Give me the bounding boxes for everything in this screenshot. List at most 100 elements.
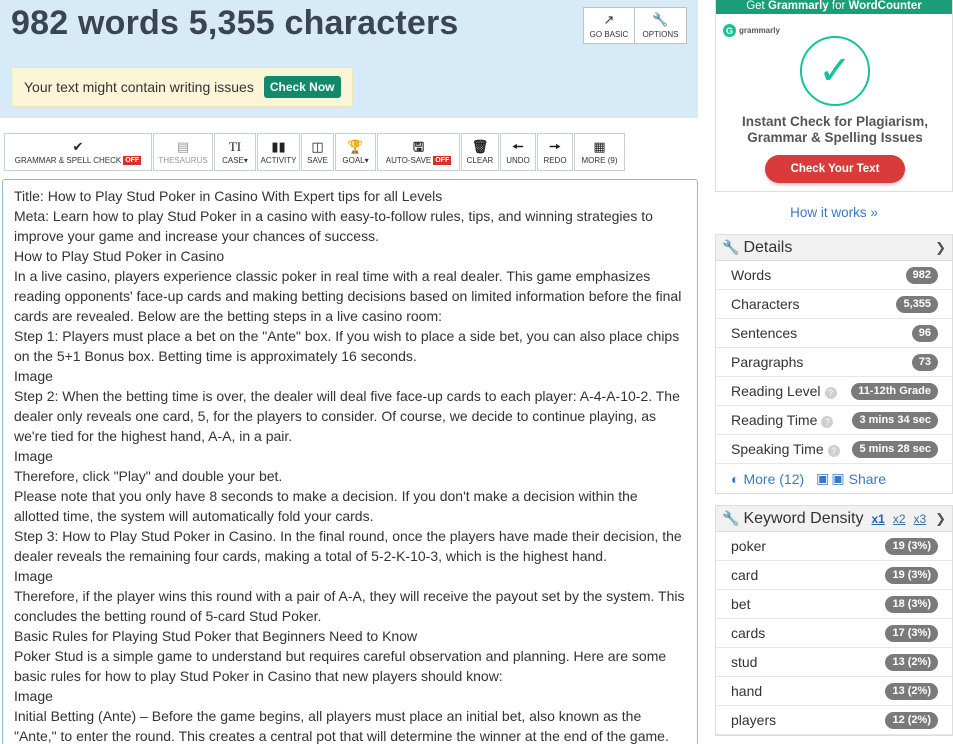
header-panel: 982 words 5,355 characters ↗ GO BASIC 🔧 … [0, 0, 698, 118]
help-icon[interactable]: ? [824, 387, 837, 399]
options-button[interactable]: 🔧 OPTIONS [635, 7, 687, 44]
editor-line: Image [14, 688, 53, 704]
more-button[interactable]: ▦ MORE (9) [574, 133, 625, 171]
how-it-works-link[interactable]: How it works » [715, 205, 953, 220]
density-x2-toggle[interactable]: x2 [893, 512, 906, 526]
auto-save-label: AUTO-SAVE [385, 155, 432, 165]
editor-line: Poker Stud is a simple game to understan… [14, 648, 667, 684]
redo-label: REDO [543, 155, 567, 165]
counts-title: 982 words 5,355 characters [11, 4, 459, 42]
grammarly-ad[interactable]: Get Grammarly for WordCounter Ggrammarly… [715, 0, 953, 192]
facebook-icon[interactable]: ▣ [816, 470, 829, 487]
details-header[interactable]: 🔧 Details ❯ [716, 235, 952, 261]
text-editor[interactable]: Title: How to Play Stud Poker in Casino … [2, 179, 698, 744]
grammar-off-badge: OFF [123, 155, 142, 165]
thesaurus-label: THESAURUS [158, 155, 208, 165]
detail-row-words: Words 982 [716, 261, 952, 290]
twitter-icon[interactable]: ▣ [831, 470, 844, 487]
trash-icon: 🗑 [471, 138, 489, 154]
clear-button[interactable]: 🗑 CLEAR [461, 133, 499, 171]
keyword-count-badge: 13 (2%) [885, 653, 938, 671]
check-now-button[interactable]: Check Now [263, 76, 341, 98]
arrow-right-icon: 🠖 [549, 138, 561, 154]
density-x1-toggle[interactable]: x1 [871, 512, 884, 526]
detail-row-reading-level: Reading Level? 11-12th Grade [716, 377, 952, 406]
editor-line: Image [14, 568, 53, 584]
writing-issues-notice: Your text might contain writing issues C… [11, 67, 353, 107]
undo-button[interactable]: 🠔 UNDO [500, 133, 536, 171]
toolbar: ✔ GRAMMAR & SPELL CHECK OFF ▤ THESAURUS T… [4, 133, 626, 171]
undo-label: UNDO [506, 155, 530, 165]
editor-line: Therefore, click "Play" and double your … [14, 468, 283, 484]
help-icon[interactable]: ? [821, 416, 834, 428]
save-file-icon: ◫ [311, 138, 324, 154]
detail-value-badge: 5 mins 28 sec [852, 440, 938, 458]
detail-value-badge: 73 [911, 353, 938, 371]
trophy-icon: 🏆 [347, 138, 364, 154]
grammar-spell-check-button[interactable]: ✔ GRAMMAR & SPELL CHECK OFF [4, 133, 152, 171]
check-your-text-button[interactable]: Check Your Text [765, 155, 905, 183]
go-basic-button[interactable]: ↗ GO BASIC [583, 7, 635, 44]
activity-button[interactable]: ▮▮ ACTIVITY [257, 133, 300, 171]
editor-line: Image [14, 368, 53, 384]
wrench-icon: 🔧 [652, 11, 669, 27]
keyword-label: poker [731, 538, 767, 554]
keyword-label: card [731, 567, 759, 583]
detail-label: Sentences [731, 325, 798, 341]
share-link[interactable]: Share [849, 471, 886, 487]
more-details-link[interactable]: More (12) [743, 471, 804, 487]
chevron-down-icon[interactable]: ❯ [935, 240, 946, 256]
detail-value-badge: 3 mins 34 sec [852, 411, 938, 429]
keyword-count-badge: 17 (3%) [885, 624, 938, 642]
density-x3-toggle[interactable]: x3 [914, 512, 927, 526]
keyword-label: stud [731, 654, 758, 670]
goal-button[interactable]: 🏆 GOAL ▾ [335, 133, 376, 171]
editor-line: Step 1: Players must place a bet on the … [14, 328, 680, 364]
thesaurus-button[interactable]: ▤ THESAURUS [153, 133, 213, 171]
keyword-label: cards [731, 625, 766, 641]
details-title: Details [743, 238, 793, 256]
options-label: OPTIONS [642, 29, 679, 39]
auto-save-button[interactable]: 🖫 AUTO-SAVE OFF [377, 133, 460, 171]
editor-line: Title: How to Play Stud Poker in Casino … [14, 188, 443, 204]
editor-line: Therefore, if the player wins this round… [14, 588, 685, 624]
ad-headline: Instant Check for Plagiarism, Grammar & … [741, 114, 929, 145]
book-icon: ▤ [176, 138, 190, 154]
editor-line: How to Play Stud Poker in Casino [14, 248, 225, 264]
detail-value-badge: 11-12th Grade [851, 382, 938, 400]
grammarly-g-icon: G [723, 24, 736, 37]
auto-save-off-badge: OFF [433, 155, 452, 165]
save-label: SAVE [307, 155, 328, 165]
keyword-count-badge: 13 (2%) [885, 682, 938, 700]
help-icon[interactable]: ? [827, 445, 840, 457]
keyword-count-badge: 19 (3%) [885, 566, 938, 584]
detail-label: Characters [731, 296, 800, 312]
chevron-down-icon[interactable]: ❯ [935, 511, 946, 527]
detail-value-badge: 5,355 [896, 295, 938, 313]
keyword-row: bet 18 (3%) [716, 590, 952, 619]
wrench-icon: 🔧 [722, 239, 740, 255]
detail-row-characters: Characters 5,355 [716, 290, 952, 319]
detail-row-reading-time: Reading Time? 3 mins 34 sec [716, 406, 952, 435]
grid-icon: ▦ [593, 138, 606, 154]
checkmark-circle-icon: ✓ [800, 36, 870, 106]
keyword-count-badge: 19 (3%) [885, 537, 938, 555]
case-button[interactable]: TI CASE ▾ [214, 133, 256, 171]
activity-label: ACTIVITY [260, 155, 297, 165]
editor-line: Initial Betting (Ante) – Before the game… [14, 708, 669, 744]
editor-line: Meta: Learn how to play Stud Poker in a … [14, 208, 653, 244]
detail-value-badge: 96 [911, 324, 938, 342]
keyword-label: bet [731, 596, 751, 612]
editor-line: In a live casino, players experience cla… [14, 268, 682, 324]
redo-button[interactable]: 🠖 REDO [537, 133, 573, 171]
keyword-row: players 12 (2%) [716, 706, 952, 735]
wrench-icon: 🔧 [722, 510, 740, 526]
floppy-icon: 🖫 [412, 138, 425, 154]
keyword-row: cards 17 (3%) [716, 619, 952, 648]
detail-label: Paragraphs [731, 354, 804, 370]
external-link-icon: ↗ [603, 11, 615, 27]
keyword-count-badge: 18 (3%) [885, 595, 938, 613]
text-case-icon: TI [228, 138, 242, 154]
case-caret-icon: ▾ [243, 155, 248, 165]
save-button[interactable]: ◫ SAVE [301, 133, 334, 171]
